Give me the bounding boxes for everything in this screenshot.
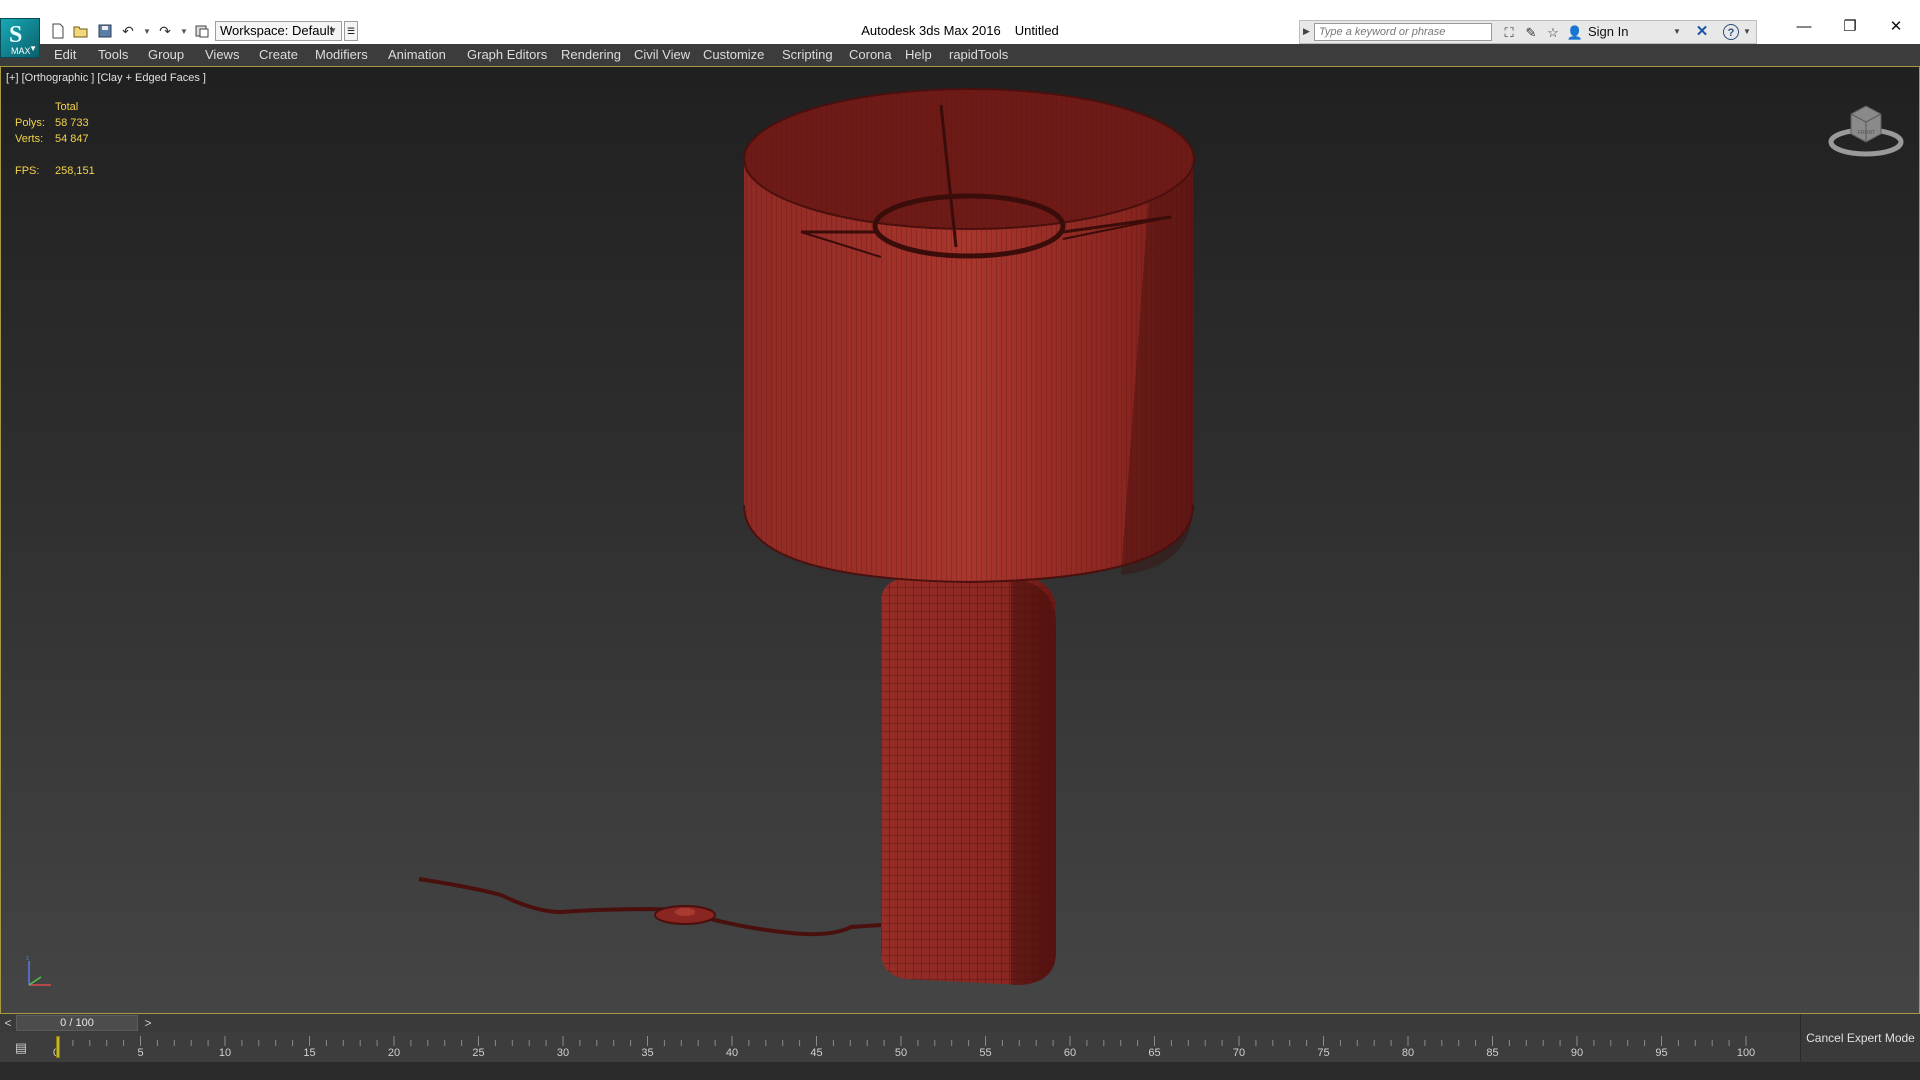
track-tick-label: 80 <box>1401 1047 1415 1059</box>
track-tick-label: 45 <box>810 1047 823 1059</box>
track-tick-label: 65 <box>1148 1047 1161 1059</box>
close-icon[interactable]: ✕ <box>1873 12 1919 42</box>
restore-icon[interactable]: ❐ <box>1827 12 1873 42</box>
track-tick-label: 30 <box>556 1047 570 1059</box>
cancel-expert-mode-button[interactable]: Cancel Expert Mode <box>1800 1014 1920 1062</box>
viewport-label[interactable]: [+] [Orthographic ] [Clay + Edged Faces … <box>6 72 206 84</box>
curve-editor-icon[interactable]: ▤ <box>10 1039 32 1057</box>
undo-icon[interactable]: ↶ <box>118 22 138 40</box>
menu-item-customize[interactable]: Customize <box>703 47 764 62</box>
scene-canvas[interactable] <box>1 67 1919 1013</box>
track-tick-label: 40 <box>725 1047 739 1059</box>
app-logo-label: MAX <box>11 46 31 56</box>
verts-value: 54 847 <box>55 133 89 145</box>
lamp-cord[interactable] <box>418 877 882 937</box>
new-file-icon[interactable] <box>48 22 68 40</box>
current-frame-marker[interactable] <box>56 1036 60 1058</box>
status-bar <box>0 1062 1920 1080</box>
menu-item-rapidtools[interactable]: rapidTools <box>949 47 1008 62</box>
axis-tripod-icon: z <box>26 956 51 986</box>
stats-header: Total <box>55 101 79 113</box>
chevron-down-icon[interactable]: ▼ <box>1743 23 1751 41</box>
customize-toolbar-icon[interactable]: ☰ <box>344 21 358 41</box>
track-tick-label: 25 <box>472 1047 485 1059</box>
menu-item-rendering[interactable]: Rendering <box>561 47 621 62</box>
time-slider: < 0 / 100 > <box>0 1014 1800 1032</box>
menu-item-graph-editors[interactable]: Graph Editors <box>467 47 547 62</box>
track-tick-label: 20 <box>387 1047 401 1059</box>
workspace-dropdown[interactable]: Workspace: Default ▼ <box>215 21 342 41</box>
svg-text:z: z <box>26 956 29 962</box>
menu-item-group[interactable]: Group <box>148 47 184 62</box>
polys-label: Polys: <box>15 117 45 129</box>
menu-item-corona[interactable]: Corona <box>849 47 892 62</box>
menu-item-civil-view[interactable]: Civil View <box>634 47 690 62</box>
track-tick-label: 100 <box>1736 1047 1756 1059</box>
open-file-icon[interactable] <box>71 22 91 40</box>
track-tick-label: 85 <box>1486 1047 1499 1059</box>
star-icon[interactable]: ☆ <box>1544 24 1562 42</box>
binoculars-icon[interactable]: ⛶ <box>1500 24 1518 42</box>
redo-dropdown-icon[interactable]: ▼ <box>179 22 189 40</box>
track-tick-label: 60 <box>1063 1047 1077 1059</box>
menu-item-animation[interactable]: Animation <box>388 47 446 62</box>
help-icon[interactable]: ? <box>1723 24 1739 40</box>
lamp-base[interactable] <box>881 577 1056 985</box>
chevron-down-icon[interactable]: ▼ <box>1673 23 1681 41</box>
verts-label: Verts: <box>15 133 44 145</box>
menu-item-scripting[interactable]: Scripting <box>782 47 833 62</box>
next-frame-button[interactable]: > <box>140 1014 156 1032</box>
workspace-label: Workspace: Default <box>220 23 334 38</box>
minimize-icon[interactable]: — <box>1781 12 1827 42</box>
infocenter-toolbar: ▶ ⛶ ✎ ☆ 👤 Sign In ▼ ✕ ? ▼ <box>1299 20 1757 44</box>
track-tick-label: 75 <box>1317 1047 1330 1059</box>
undo-dropdown-icon[interactable]: ▼ <box>142 22 152 40</box>
track-tick-label: 10 <box>218 1047 232 1059</box>
menu-item-edit[interactable]: Edit <box>54 47 76 62</box>
chevron-down-icon: ▼ <box>329 26 337 35</box>
expand-arrow-icon[interactable]: ▶ <box>1303 26 1310 37</box>
track-tick-label: 90 <box>1570 1047 1584 1059</box>
chevron-down-icon: ▼ <box>29 44 37 53</box>
track-tick-label: 95 <box>1655 1047 1668 1059</box>
viewcube-face-label: FRONT <box>1858 130 1875 136</box>
fps-value: 258,151 <box>55 165 95 177</box>
track-tick-label: 50 <box>894 1047 908 1059</box>
track-tick-label: 5 <box>137 1047 144 1059</box>
menu-item-help[interactable]: Help <box>905 47 932 62</box>
menu-item-tools[interactable]: Tools <box>98 47 128 62</box>
track-bar-labels: 0510152025303540455055606570758085909510… <box>53 1036 1756 1062</box>
application-menu-button[interactable]: S MAX ▼ <box>0 18 40 58</box>
app-logo-icon: S <box>9 22 23 48</box>
time-slider-thumb[interactable]: 0 / 100 <box>16 1015 138 1031</box>
track-tick-label: 15 <box>303 1047 316 1059</box>
redo-icon[interactable]: ↷ <box>155 22 175 40</box>
track-tick-label: 55 <box>979 1047 992 1059</box>
track-bar[interactable]: ▤ 05101520253035404550556065707580859095… <box>0 1032 1800 1062</box>
search-input[interactable] <box>1314 23 1492 41</box>
lamp-shade[interactable] <box>743 88 1195 584</box>
menu-item-modifiers[interactable]: Modifiers <box>315 47 368 62</box>
menu-bar: Edit Tools Group Views Create Modifiers … <box>0 44 1920 67</box>
fps-label: FPS: <box>15 165 40 177</box>
save-file-icon[interactable] <box>95 22 115 40</box>
exchange-apps-icon[interactable]: ✕ <box>1693 23 1711 41</box>
track-tick-label: 70 <box>1232 1047 1246 1059</box>
subscription-icon[interactable]: ✎ <box>1522 24 1540 42</box>
polys-value: 58 733 <box>55 117 89 129</box>
app-name: Autodesk 3ds Max 2016 <box>861 23 1001 38</box>
perspective-viewport[interactable]: [+] [Orthographic ] [Clay + Edged Faces … <box>0 66 1920 1014</box>
document-name: Untitled <box>1014 23 1059 38</box>
project-folder-icon[interactable] <box>192 22 212 40</box>
user-icon[interactable]: 👤 <box>1566 24 1584 42</box>
title-bar: S MAX ▼ ↶ ▼ ↷ ▼ Workspace: Default ▼ ☰ A… <box>0 0 1920 58</box>
track-tick-label: 35 <box>641 1047 654 1059</box>
sign-in-button[interactable]: Sign In <box>1588 23 1628 41</box>
previous-frame-button[interactable]: < <box>0 1014 16 1032</box>
menu-item-create[interactable]: Create <box>259 47 298 62</box>
viewcube-icon[interactable]: FRONT <box>1826 98 1906 158</box>
menu-item-views[interactable]: Views <box>205 47 239 62</box>
